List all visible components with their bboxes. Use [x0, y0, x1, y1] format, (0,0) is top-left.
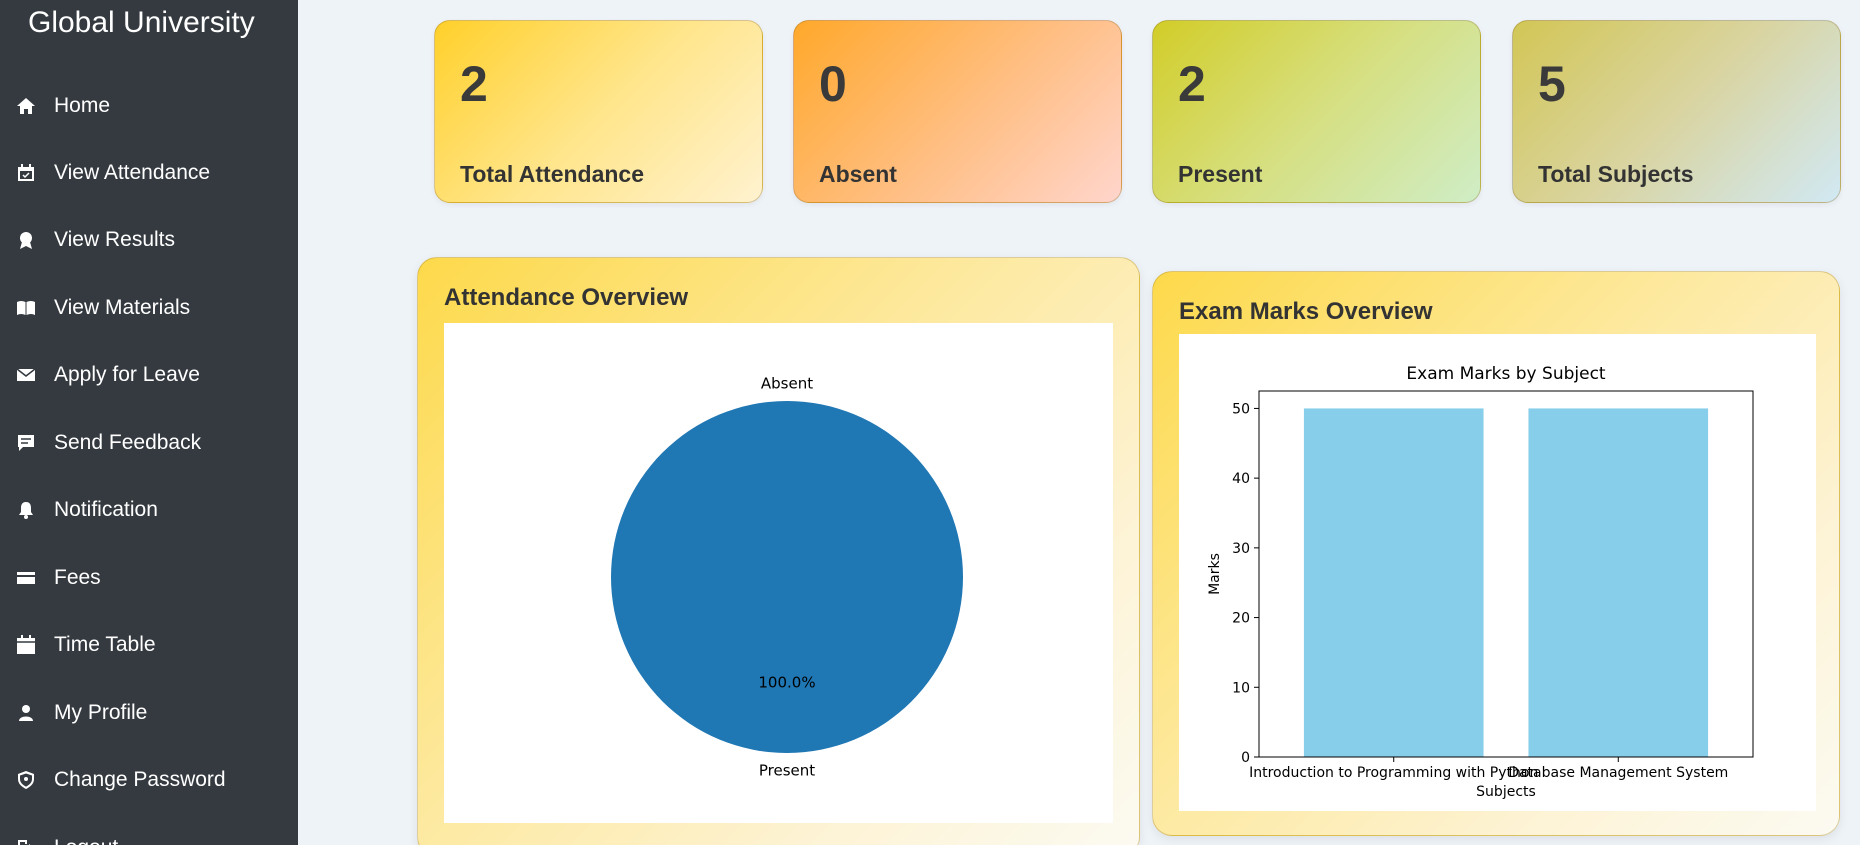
y-tick-label: 30: [1232, 541, 1250, 557]
y-tick-label: 10: [1232, 680, 1250, 696]
sidebar-item-fees[interactable]: Fees: [0, 555, 298, 601]
sidebar-item-label: View Results: [54, 228, 175, 251]
attendance-pie-chart: Absent0.0%Present100.0%: [611, 374, 963, 780]
stat-label: Total Subjects: [1538, 161, 1694, 187]
credit-card-icon: [15, 567, 37, 589]
stat-card-absent: 0 Absent: [793, 20, 1122, 203]
pie-pct-label: 100.0%: [758, 674, 815, 692]
shield-icon: [15, 769, 37, 791]
bar: [1528, 408, 1709, 757]
chat-icon: [15, 432, 37, 454]
stat-value: 5: [1538, 56, 1566, 112]
sidebar-item-logout[interactable]: Logout: [0, 825, 298, 845]
user-icon: [15, 702, 37, 724]
sidebar-item-label: View Attendance: [54, 161, 211, 184]
sidebar-item-label: Send Feedback: [54, 431, 202, 454]
marks-chart-area: Exam Marks by Subject Introduction to Pro…: [1179, 334, 1816, 811]
y-tick-label: 0: [1241, 750, 1250, 766]
book-icon: [15, 297, 37, 319]
sidebar-item-label: Fees: [54, 566, 101, 589]
pie-slice: [611, 401, 963, 753]
sidebar-item-change-password[interactable]: Change Password: [0, 757, 298, 803]
pie-label: Absent: [761, 374, 813, 392]
sidebar-item-send-feedback[interactable]: Send Feedback: [0, 420, 298, 466]
exam-marks-bar-chart: Exam Marks by Subject Introduction to Pro…: [1207, 364, 1754, 800]
attendance-overview-panel: Attendance Overview Absent0.0%Present100…: [417, 257, 1140, 845]
sidebar-item-label: My Profile: [54, 701, 148, 724]
bar: [1303, 408, 1484, 757]
stat-value: 2: [460, 56, 488, 112]
stat-value: 2: [1178, 56, 1206, 112]
sidebar-item-time-table[interactable]: Time Table: [0, 622, 298, 668]
sidebar-item-label: Notification: [54, 498, 158, 521]
y-tick-label: 20: [1232, 611, 1250, 627]
calendar-check-icon: [15, 162, 37, 184]
sidebar-item-my-profile[interactable]: My Profile: [0, 690, 298, 736]
sidebar: Global University Home View Attendance V…: [0, 0, 298, 845]
stat-label: Present: [1178, 161, 1263, 187]
sidebar-item-label: Time Table: [54, 633, 156, 656]
sidebar-item-label: Change Password: [54, 768, 226, 791]
stat-label: Absent: [819, 161, 897, 187]
x-axis-label: Subjects: [1476, 784, 1536, 800]
sidebar-item-view-results[interactable]: View Results: [0, 217, 298, 263]
sidebar-item-label: Home: [54, 94, 111, 117]
panel-title: Exam Marks Overview: [1179, 298, 1433, 325]
sidebar-item-home[interactable]: Home: [0, 83, 298, 129]
award-icon: [15, 229, 37, 251]
envelope-icon: [15, 364, 37, 386]
y-tick-label: 50: [1232, 401, 1250, 417]
attendance-chart-area: Absent0.0%Present100.0%: [444, 323, 1113, 823]
chart-title: Exam Marks by Subject: [1406, 364, 1606, 384]
sidebar-item-notification[interactable]: Notification: [0, 487, 298, 533]
stat-label: Total Attendance: [460, 161, 645, 187]
stat-card-present: 2 Present: [1152, 20, 1481, 203]
home-icon: [15, 95, 37, 117]
exam-marks-overview-panel: Exam Marks Overview Exam Marks by Subjec…: [1152, 271, 1840, 836]
brand-title: Global University: [28, 6, 255, 39]
sidebar-item-label: Apply for Leave: [54, 363, 200, 386]
x-tick-label: Database Management System: [1508, 765, 1728, 781]
sidebar-item-label: View Materials: [54, 296, 191, 319]
y-axis-label: Marks: [1207, 553, 1223, 595]
calendar-icon: [15, 634, 37, 656]
panel-title: Attendance Overview: [444, 284, 689, 311]
stat-card-total-attendance: 2 Total Attendance: [434, 20, 763, 203]
sidebar-item-apply-leave[interactable]: Apply for Leave: [0, 352, 298, 398]
y-tick-label: 40: [1232, 471, 1250, 487]
x-tick-label: Introduction to Programming with Python: [1249, 765, 1538, 781]
pie-label: Present: [759, 762, 815, 780]
stat-card-total-subjects: 5 Total Subjects: [1512, 20, 1841, 203]
bell-icon: [15, 499, 37, 521]
sidebar-item-view-attendance[interactable]: View Attendance: [0, 150, 298, 196]
sidebar-item-label: Logout: [54, 836, 118, 845]
sidebar-item-view-materials[interactable]: View Materials: [0, 285, 298, 331]
stat-value: 0: [819, 56, 847, 112]
logout-icon: [15, 837, 37, 845]
